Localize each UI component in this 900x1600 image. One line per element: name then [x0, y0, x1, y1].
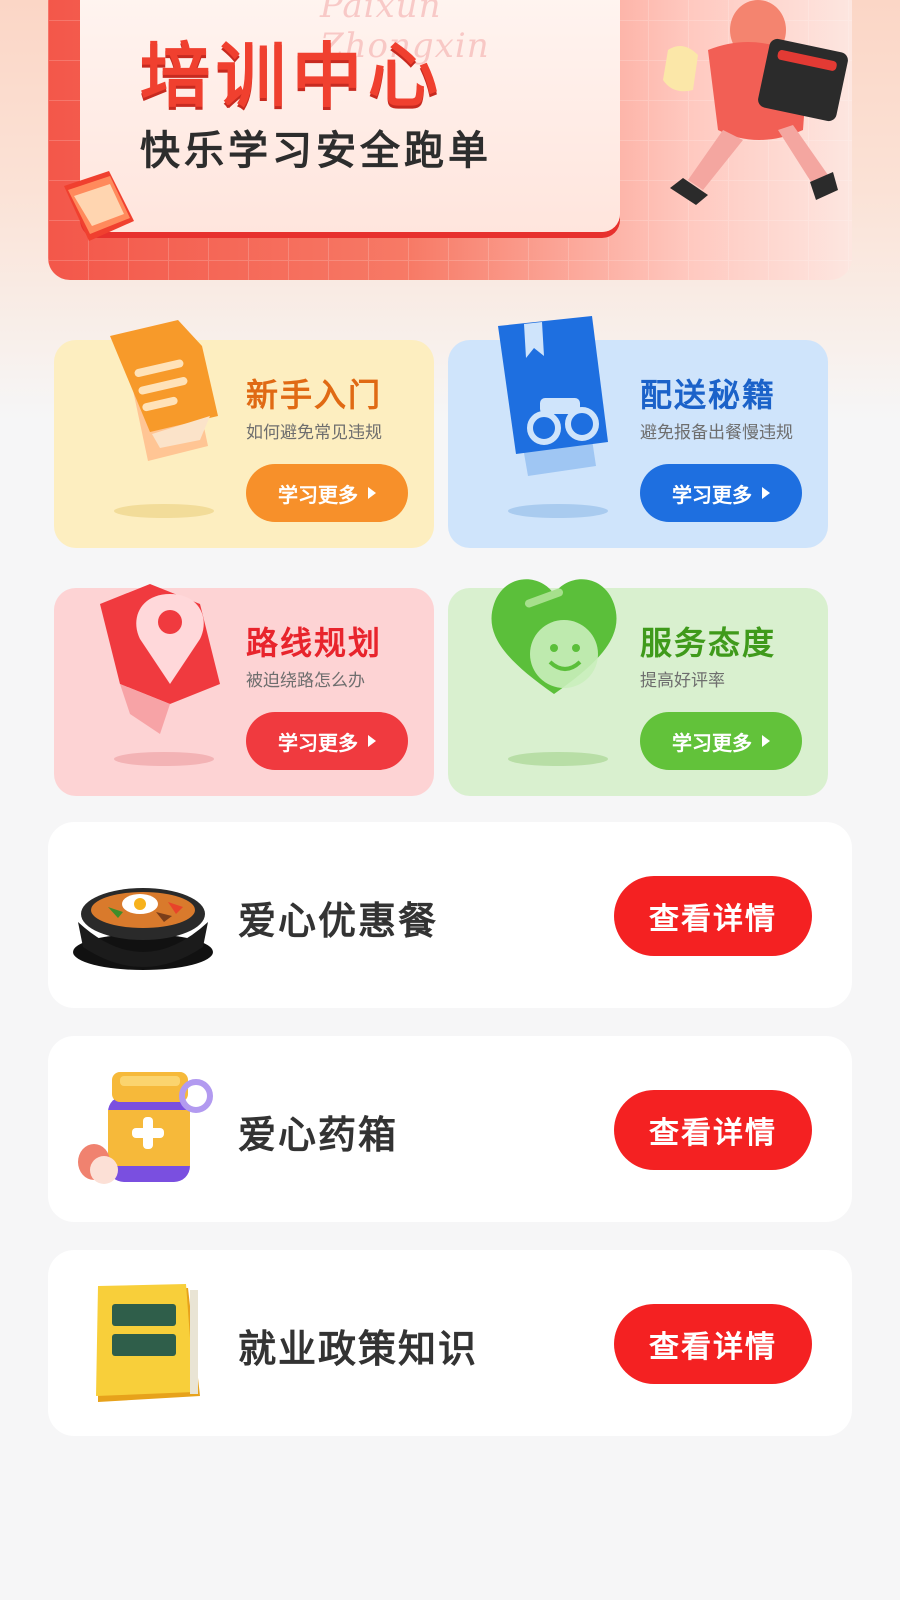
learn-more-button[interactable]: 学习更多	[246, 464, 408, 522]
yellow-book-icon	[96, 1284, 200, 1402]
learn-more-label: 学习更多	[278, 482, 358, 507]
category-card-beginner[interactable]: 新手入门 如何避免常见违规 学习更多	[54, 320, 434, 548]
document-icon	[110, 320, 218, 461]
learn-more-button[interactable]: 学习更多	[246, 712, 408, 770]
list-item-title: 就业政策知识	[238, 1327, 479, 1371]
category-card-service-attitude[interactable]: 服务态度 提高好评率 学习更多	[448, 579, 828, 796]
banner-title: 培训中心	[140, 35, 444, 117]
list-item-title: 爱心优惠餐	[238, 899, 439, 943]
delivery-book-icon	[498, 316, 608, 476]
learn-more-label: 学习更多	[278, 730, 358, 755]
learn-more-button[interactable]: 学习更多	[640, 464, 802, 522]
view-details-button[interactable]: 查看详情	[614, 1304, 812, 1384]
medicine-bottle-icon	[78, 1072, 213, 1184]
map-pin-icon	[100, 584, 220, 734]
training-banner: Paixun Zhongxin 培训中心 快乐学习安全跑单	[48, 0, 852, 280]
list-item-love-meal[interactable]: 爱心优惠餐 查看详情	[48, 822, 852, 1008]
bibimbap-bowl-icon	[73, 888, 213, 970]
category-desc: 避免报备出餐慢违规	[640, 423, 793, 443]
play-arrow-icon	[762, 735, 770, 747]
play-arrow-icon	[368, 735, 376, 747]
list-item-medicine-kit[interactable]: 爱心药箱 查看详情	[48, 1036, 852, 1222]
view-details-button[interactable]: 查看详情	[614, 876, 812, 956]
play-arrow-icon	[368, 487, 376, 499]
category-desc: 被迫绕路怎么办	[246, 671, 365, 691]
learn-more-label: 学习更多	[672, 730, 752, 755]
play-arrow-icon	[762, 487, 770, 499]
category-title: 配送秘籍	[640, 376, 777, 414]
category-title: 服务态度	[640, 624, 777, 662]
category-card-delivery-tips[interactable]: 配送秘籍 避免报备出餐慢违规 学习更多	[448, 316, 828, 548]
category-title: 路线规划	[246, 624, 383, 662]
banner-subtitle: 快乐学习安全跑单	[140, 128, 492, 174]
learn-more-button[interactable]: 学习更多	[640, 712, 802, 770]
courier-illustration-icon	[663, 0, 848, 205]
red-book-icon	[64, 171, 134, 241]
learn-more-label: 学习更多	[672, 482, 752, 507]
list-item-title: 爱心药箱	[238, 1113, 399, 1157]
heart-smile-icon	[491, 579, 617, 694]
view-details-button[interactable]: 查看详情	[614, 1090, 812, 1170]
category-desc: 如何避免常见违规	[246, 423, 382, 443]
category-desc: 提高好评率	[640, 671, 725, 691]
category-card-route-planning[interactable]: 路线规划 被迫绕路怎么办 学习更多	[54, 584, 434, 796]
banner-title-card: Paixun Zhongxin 培训中心 快乐学习安全跑单	[80, 0, 620, 232]
list-item-employment-policy[interactable]: 就业政策知识 查看详情	[48, 1250, 852, 1436]
category-title: 新手入门	[246, 376, 383, 414]
